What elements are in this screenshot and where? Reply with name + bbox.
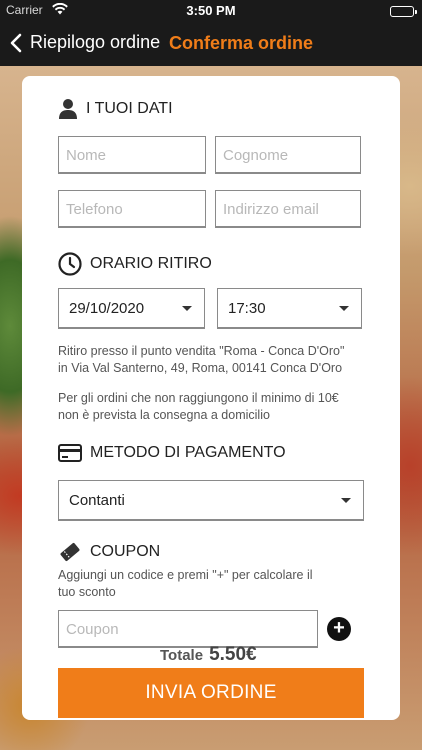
minimum-order-note: Per gli ordini che non raggiungono il mi… [58, 390, 339, 424]
pickup-address-line-1: Ritiro presso il punto vendita "Roma - C… [58, 344, 345, 358]
coupon-hint-line-2: tuo sconto [58, 585, 116, 599]
section-pickup-time: ORARIO RITIRO [58, 252, 212, 276]
section-payment-method: METODO DI PAGAMENTO [58, 444, 286, 462]
clock-icon [58, 252, 82, 276]
order-total: Totale 5.50€ [160, 644, 257, 666]
status-bar: Carrier 3:50 PM [0, 0, 422, 22]
section-personal-data: I TUOI DATI [58, 98, 173, 120]
user-icon [59, 99, 77, 119]
pickup-address-note: Ritiro presso il punto vendita "Roma - C… [58, 343, 344, 377]
back-button[interactable]: Riepilogo ordine [10, 32, 160, 53]
dropdown-caret-icon [341, 498, 351, 503]
page-title: Conferma ordine [169, 33, 314, 53]
submit-order-button[interactable]: INVIA ORDINE [58, 668, 364, 718]
email-field[interactable] [215, 190, 361, 228]
chevron-left-icon [10, 33, 22, 52]
last-name-field[interactable] [215, 136, 361, 174]
back-label: Riepilogo ordine [30, 32, 161, 52]
order-form-card: I TUOI DATI ORARIO RITIRO 29/10/2020 17:… [22, 76, 400, 720]
battery-icon [390, 6, 417, 17]
add-coupon-button[interactable]: + [327, 617, 351, 641]
navigation-bar: Riepilogo ordine Conferma ordine [0, 22, 422, 66]
coupon-hint: Aggiungi un codice e premi "+" per calco… [58, 567, 313, 601]
coupon-hint-line-1: Aggiungi un codice e premi "+" per calco… [58, 568, 313, 582]
ticket-icon [60, 542, 80, 562]
total-value: 5.50€ [209, 644, 257, 665]
credit-card-icon [58, 444, 82, 462]
dropdown-caret-icon [339, 306, 349, 311]
pickup-date-select[interactable]: 29/10/2020 [58, 288, 205, 328]
section-coupon-title: COUPON [90, 543, 161, 560]
payment-method-value: Contanti [69, 491, 125, 509]
payment-method-select[interactable]: Contanti [58, 480, 364, 520]
pickup-time-select[interactable]: 17:30 [217, 288, 362, 328]
section-coupon: COUPON [58, 540, 160, 564]
pickup-date-value: 29/10/2020 [69, 299, 145, 317]
phone-field[interactable] [58, 190, 206, 228]
total-label: Totale [160, 647, 204, 664]
section-personal-title: I TUOI DATI [86, 100, 173, 117]
dropdown-caret-icon [182, 306, 192, 311]
coupon-field[interactable] [58, 610, 318, 648]
minimum-order-line-1: Per gli ordini che non raggiungono il mi… [58, 391, 339, 405]
section-pickup-title: ORARIO RITIRO [90, 255, 212, 272]
pickup-time-value: 17:30 [228, 299, 266, 317]
section-payment-title: METODO DI PAGAMENTO [90, 444, 286, 461]
clock-time: 3:50 PM [186, 3, 236, 18]
minimum-order-line-2: non è prevista la consegna a domicilio [58, 408, 270, 422]
pickup-address-line-2: in Via Val Santerno, 49, Roma, 00141 Con… [58, 361, 343, 375]
first-name-field[interactable] [58, 136, 206, 174]
